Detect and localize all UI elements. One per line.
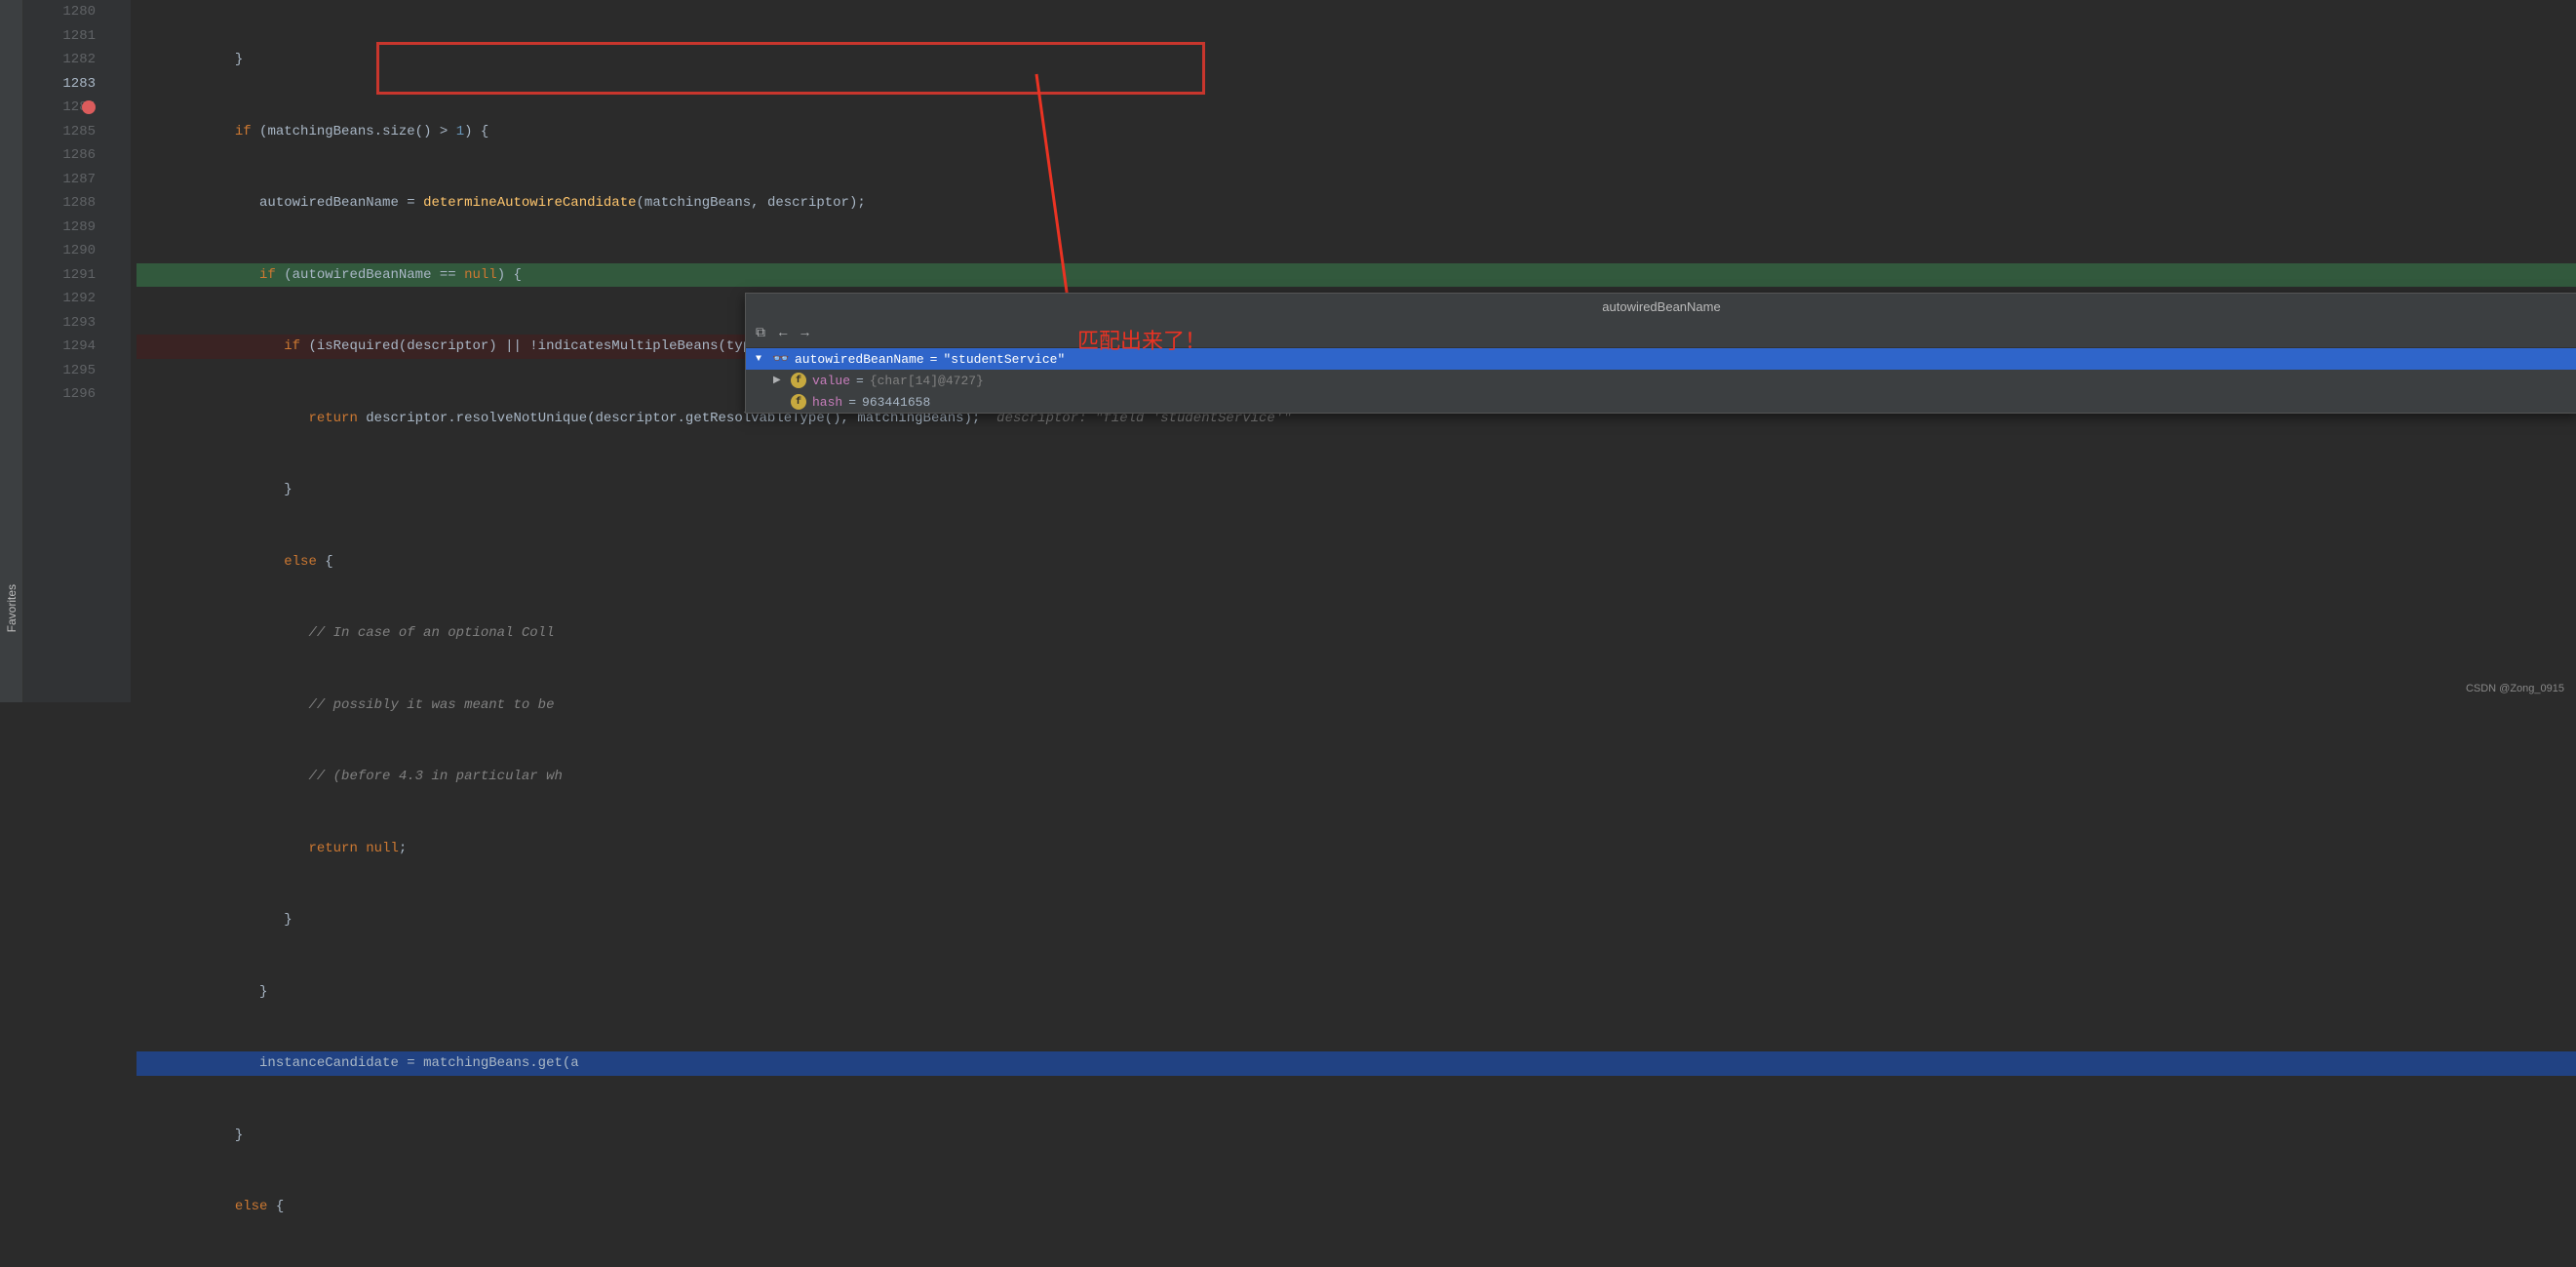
debug-variable-row[interactable]: ▼ 👓 autowiredBeanName = "studentService" (746, 348, 2576, 370)
code-line[interactable]: } (137, 48, 2576, 72)
line-number: 1292 (23, 287, 96, 311)
watermark: CSDN @Zong_0915 (2466, 683, 2564, 694)
code-line[interactable]: autowiredBeanName = determineAutowireCan… (137, 191, 2576, 216)
code-line[interactable]: } (137, 908, 2576, 932)
variable-name: hash (812, 395, 842, 410)
favorites-label: Favorites (5, 584, 19, 632)
annotation-text: 匹配出来了！ (1077, 324, 1206, 355)
variable-name: value (812, 374, 850, 388)
expand-arrow-icon[interactable]: ▶ (773, 375, 785, 386)
line-number: 1283 (23, 72, 96, 97)
popup-title: autowiredBeanName (746, 294, 2576, 320)
variable-name: autowiredBeanName (795, 352, 924, 367)
line-number-gutter[interactable]: 1280 1281 1282 1283 1284 1285 1286 1287 … (23, 0, 111, 702)
line-number: 1282 (23, 48, 96, 72)
code-line[interactable]: // (before 4.3 in particular wh (137, 765, 2576, 789)
debug-variable-row[interactable]: f hash = 963441658 (746, 391, 2576, 413)
line-number: 1285 (23, 120, 96, 144)
field-icon: f (791, 394, 806, 410)
debug-evaluate-popup: autowiredBeanName ⧉ ← → ▼ 👓 autowiredBea… (745, 293, 2576, 414)
code-line[interactable]: instanceCandidate = matchingBeans.get(a (137, 1051, 2576, 1076)
code-line[interactable]: if (autowiredBeanName == null) { (137, 263, 2576, 288)
expand-arrow-icon[interactable]: ▼ (756, 354, 767, 365)
code-line[interactable]: if (matchingBeans.size() > 1) { (137, 120, 2576, 144)
debug-variable-row[interactable]: ▶ f value = {char[14]@4727} (746, 370, 2576, 391)
breakpoint-icon[interactable] (82, 100, 96, 114)
line-number: 1288 (23, 191, 96, 216)
fold-gutter[interactable] (111, 0, 131, 702)
line-number: 1289 (23, 216, 96, 240)
code-line[interactable]: // possibly it was meant to be (137, 693, 2576, 718)
line-number: 1291 (23, 263, 96, 288)
variable-value: {char[14]@4727} (870, 374, 984, 388)
line-number: 1286 (23, 143, 96, 168)
line-number: 1293 (23, 311, 96, 336)
code-line[interactable]: // In case of an optional Coll (137, 621, 2576, 646)
field-icon: f (791, 373, 806, 388)
variable-value: 963441658 (862, 395, 930, 410)
code-line[interactable]: } (137, 478, 2576, 502)
line-number: 1280 (23, 0, 96, 24)
variable-value: "studentService" (943, 352, 1065, 367)
code-line[interactable]: } (137, 980, 2576, 1005)
line-number: 1296 (23, 382, 96, 407)
line-number: 1281 (23, 24, 96, 49)
back-icon[interactable]: ← (779, 326, 787, 341)
code-line[interactable]: else { (137, 1195, 2576, 1219)
favorites-tool-tab[interactable]: Favorites (0, 0, 23, 702)
line-number: 1287 (23, 168, 96, 192)
code-line[interactable]: return null; (137, 837, 2576, 861)
code-line[interactable]: } (137, 1124, 2576, 1148)
forward-icon[interactable]: → (800, 326, 808, 341)
copy-icon[interactable]: ⧉ (756, 326, 765, 341)
watch-icon: 👓 (773, 351, 789, 367)
line-number: 1294 (23, 335, 96, 359)
line-number: 1290 (23, 239, 96, 263)
code-line[interactable]: else { (137, 550, 2576, 574)
popup-toolbar: ⧉ ← → (746, 320, 2576, 348)
line-number: 1295 (23, 359, 96, 383)
